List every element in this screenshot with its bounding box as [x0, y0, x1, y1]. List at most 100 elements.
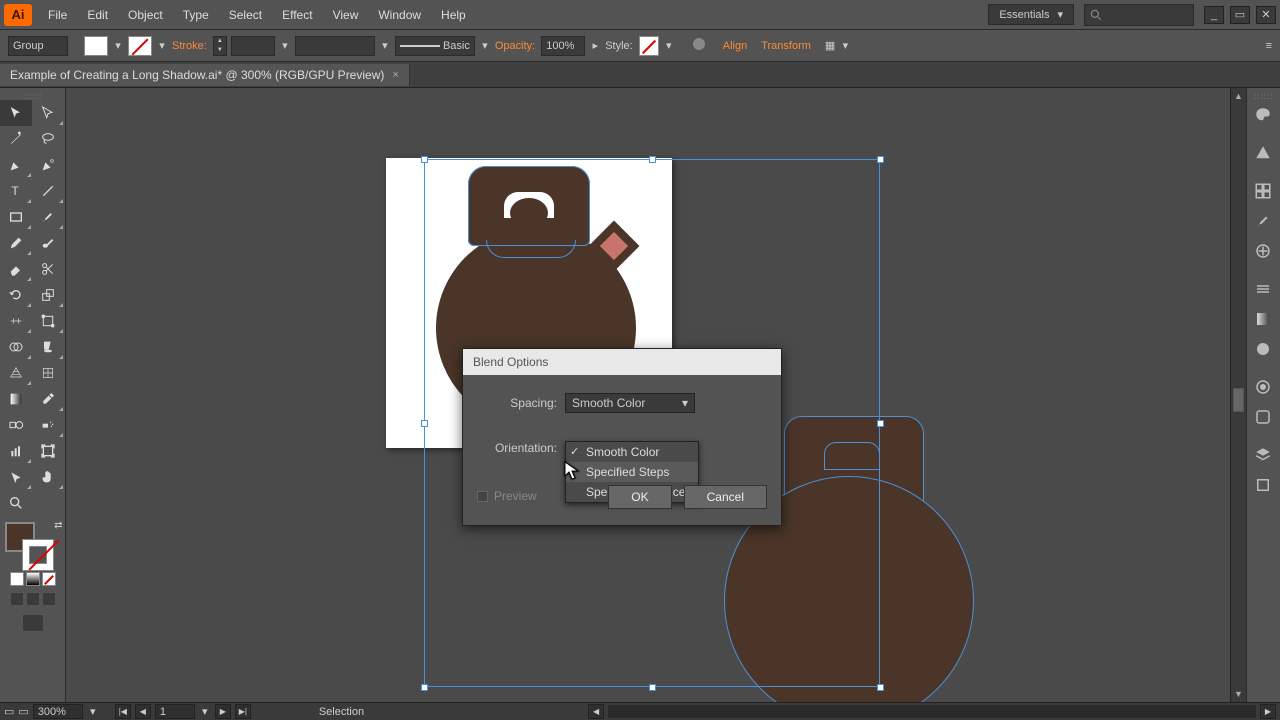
blob-brush-tool[interactable] — [32, 230, 64, 256]
transform-panel-link[interactable]: Transform — [761, 40, 811, 52]
zoom-field[interactable]: 300% — [33, 704, 83, 719]
first-artboard-button[interactable]: |◀ — [115, 704, 131, 719]
minimize-button[interactable]: _ — [1204, 6, 1224, 24]
artboard-number[interactable]: 1 — [155, 704, 195, 719]
shape-builder-tool[interactable] — [0, 334, 32, 360]
view-icon[interactable]: ▭ — [4, 705, 14, 718]
vertical-scrollbar[interactable]: ▲ ▼ — [1230, 88, 1246, 702]
symbols-panel-icon[interactable] — [1247, 236, 1279, 266]
width-tool[interactable] — [0, 308, 32, 334]
scroll-up-icon[interactable]: ▲ — [1231, 88, 1246, 104]
graphic-styles-panel-icon[interactable] — [1247, 402, 1279, 432]
cancel-button[interactable]: Cancel — [684, 485, 767, 509]
spacing-dropdown[interactable]: Smooth Color ▾ — [565, 393, 695, 413]
ok-button[interactable]: OK — [608, 485, 671, 509]
none-mode-button[interactable] — [42, 572, 56, 586]
menu-select[interactable]: Select — [219, 4, 272, 26]
scroll-down-icon[interactable]: ▼ — [1231, 686, 1246, 702]
color-mode-button[interactable] — [10, 572, 24, 586]
draw-behind-button[interactable] — [26, 592, 40, 606]
panel-menu-icon[interactable]: ≡ — [1266, 40, 1272, 52]
canvas[interactable]: Blend Options Spacing: Smooth Color ▾ Or… — [66, 88, 1246, 702]
gradient-tool[interactable] — [0, 386, 32, 412]
screen-mode-button[interactable] — [22, 614, 44, 632]
free-transform-tool[interactable] — [32, 308, 64, 334]
menu-window[interactable]: Window — [368, 4, 431, 26]
stroke-color[interactable] — [23, 540, 53, 570]
dropdown-item-specified-steps[interactable]: Specified Steps — [566, 462, 698, 482]
maximize-button[interactable]: ▭ — [1230, 6, 1250, 24]
isolate-icon[interactable]: ▦ — [825, 39, 835, 52]
zoom-dropdown[interactable]: ▾ — [87, 705, 99, 718]
type-tool[interactable]: T — [0, 178, 32, 204]
opacity-field[interactable]: 100% — [541, 36, 585, 56]
preview-checkbox[interactable]: Preview — [477, 489, 537, 503]
symbol-sprayer-tool[interactable] — [32, 412, 64, 438]
rectangle-tool[interactable] — [0, 204, 32, 230]
paintbrush-tool[interactable] — [32, 204, 64, 230]
artboard-tool[interactable] — [32, 438, 64, 464]
line-tool[interactable] — [32, 178, 64, 204]
fill-dropdown[interactable]: ▾ — [112, 39, 124, 52]
close-button[interactable]: ✕ — [1256, 6, 1276, 24]
color-panel-icon[interactable] — [1247, 100, 1279, 130]
prev-artboard-button[interactable]: ◀ — [135, 704, 151, 719]
stroke-label[interactable]: Stroke: — [172, 40, 207, 52]
document-tab[interactable]: Example of Creating a Long Shadow.ai* @ … — [0, 64, 410, 86]
draw-inside-button[interactable] — [42, 592, 56, 606]
stroke-dropdown[interactable]: ▾ — [156, 39, 168, 52]
brushes-panel-icon[interactable] — [1247, 206, 1279, 236]
search-input[interactable] — [1084, 4, 1194, 26]
blend-tool[interactable] — [0, 412, 32, 438]
zoom-tool[interactable] — [0, 490, 32, 516]
fill-swatch[interactable] — [84, 36, 108, 56]
lasso-tool[interactable] — [32, 126, 64, 152]
color-guide-panel-icon[interactable] — [1247, 138, 1279, 168]
layers-panel-icon[interactable] — [1247, 440, 1279, 470]
fill-stroke-control[interactable]: ⇄ — [3, 520, 63, 566]
recolor-icon[interactable] — [691, 36, 707, 55]
scale-tool[interactable] — [32, 282, 64, 308]
live-paint-tool[interactable] — [32, 334, 64, 360]
hscroll-right[interactable]: ▶ — [1260, 704, 1276, 719]
align-panel-link[interactable]: Align — [723, 40, 747, 52]
appearance-panel-icon[interactable] — [1247, 372, 1279, 402]
gradient-mode-button[interactable] — [26, 572, 40, 586]
panel-grip[interactable]: :::::: — [0, 92, 65, 100]
swatches-panel-icon[interactable] — [1247, 176, 1279, 206]
curvature-tool[interactable] — [32, 152, 64, 178]
eraser-tool[interactable] — [0, 256, 32, 282]
menu-help[interactable]: Help — [431, 4, 476, 26]
menu-view[interactable]: View — [323, 4, 369, 26]
next-artboard-button[interactable]: ▶ — [215, 704, 231, 719]
pencil-tool[interactable] — [0, 230, 32, 256]
column-graph-tool[interactable] — [0, 438, 32, 464]
scissors-tool[interactable] — [32, 256, 64, 282]
pen-tool[interactable] — [0, 152, 32, 178]
slice-tool[interactable] — [0, 464, 32, 490]
opacity-label[interactable]: Opacity: — [495, 40, 535, 52]
menu-file[interactable]: File — [38, 4, 77, 26]
menu-edit[interactable]: Edit — [77, 4, 118, 26]
brush-definition[interactable]: Basic — [395, 36, 475, 56]
artboards-panel-icon[interactable] — [1247, 470, 1279, 500]
scrollbar-thumb[interactable] — [1233, 388, 1244, 412]
rotate-tool[interactable] — [0, 282, 32, 308]
menu-type[interactable]: Type — [173, 4, 219, 26]
hscroll-left[interactable]: ◀ — [588, 704, 604, 719]
stroke-weight-stepper[interactable]: ▲▼ — [213, 36, 227, 56]
direct-selection-tool[interactable] — [32, 100, 64, 126]
hand-tool[interactable] — [32, 464, 64, 490]
gpu-icon[interactable]: ▭ — [18, 705, 28, 718]
stroke-swatch[interactable] — [128, 36, 152, 56]
close-icon[interactable]: × — [392, 69, 398, 81]
mesh-tool[interactable] — [32, 360, 64, 386]
gradient-panel-icon[interactable] — [1247, 304, 1279, 334]
menu-object[interactable]: Object — [118, 4, 173, 26]
dropdown-item-smooth-color[interactable]: ✓ Smooth Color — [566, 442, 698, 462]
graphic-style[interactable] — [639, 36, 659, 56]
magic-wand-tool[interactable] — [0, 126, 32, 152]
var-width-profile[interactable] — [295, 36, 375, 56]
horizontal-scrollbar[interactable] — [608, 705, 1256, 718]
stroke-panel-icon[interactable] — [1247, 274, 1279, 304]
